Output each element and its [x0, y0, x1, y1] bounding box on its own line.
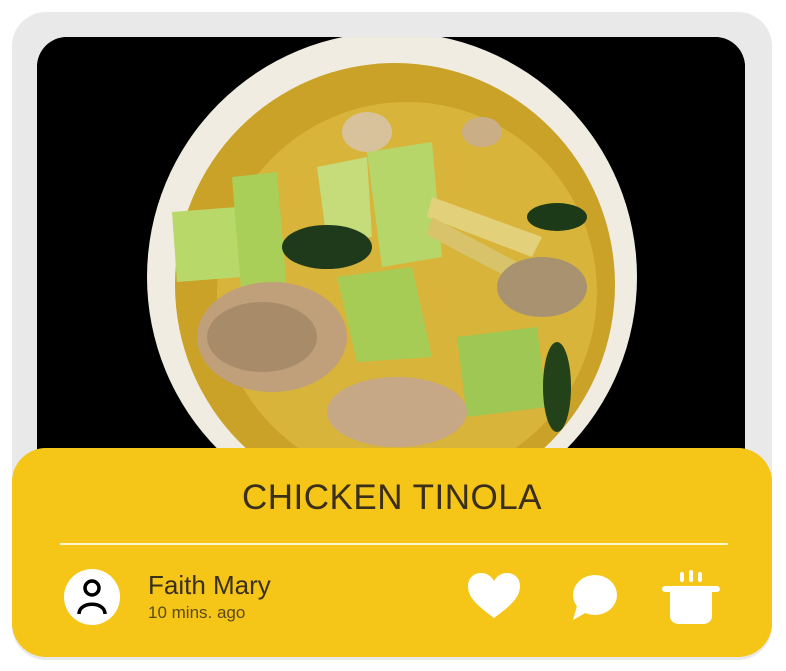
user-icon — [77, 579, 107, 615]
speech-bubble-icon — [573, 575, 617, 620]
cooking-pot-icon — [662, 570, 720, 624]
post-time: 10 mins. ago — [148, 603, 246, 622]
recipe-title: CHICKEN TINOLA — [241, 478, 543, 517]
divider — [60, 543, 728, 545]
recipe-info-panel: CHICKEN TINOLA Faith Mary 10 mins. ago — [12, 448, 772, 657]
cook-button[interactable] — [658, 568, 720, 626]
heart-icon — [468, 573, 520, 618]
soup-bowl-image — [37, 37, 745, 477]
author-name[interactable]: Faith Mary — [148, 570, 271, 601]
comment-button[interactable] — [563, 568, 623, 626]
avatar[interactable] — [64, 569, 120, 625]
recipe-photo[interactable] — [37, 37, 745, 477]
like-button[interactable] — [464, 568, 524, 626]
